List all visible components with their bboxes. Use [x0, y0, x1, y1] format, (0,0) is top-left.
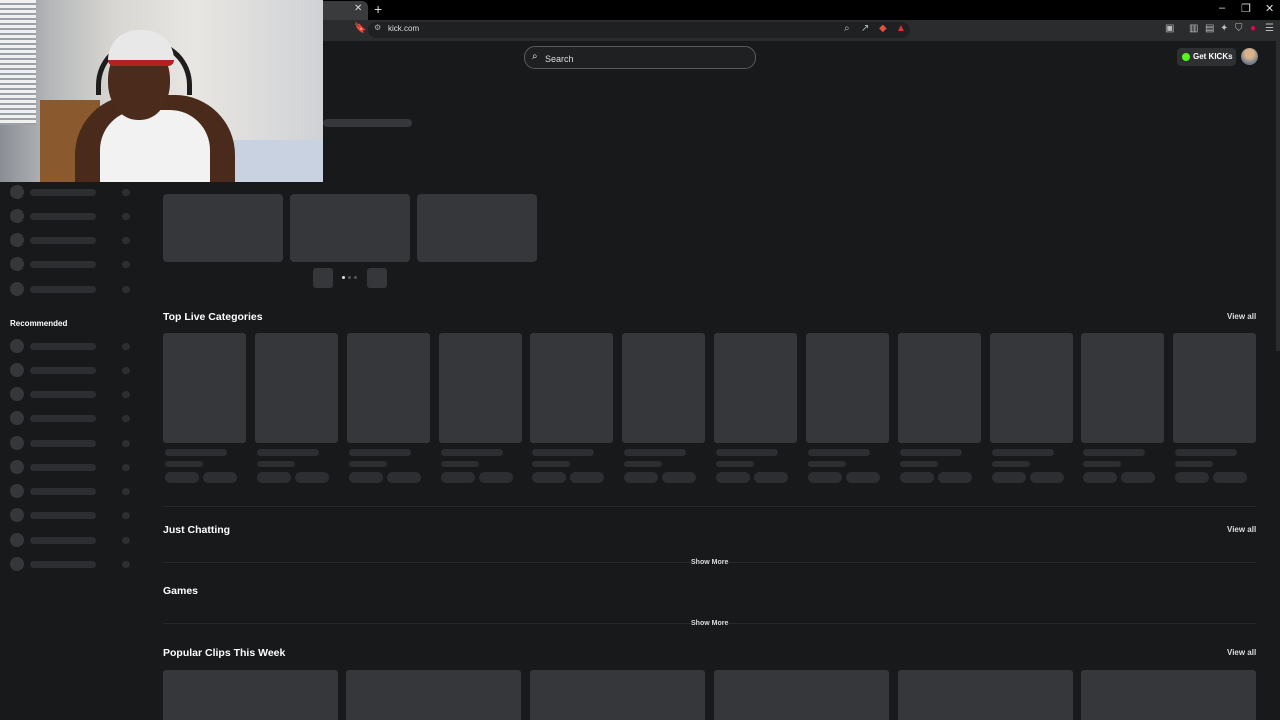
- sidebar-skeleton-row: [10, 209, 132, 223]
- url-field[interactable]: ⚙ kick.com: [368, 22, 910, 38]
- leo-icon[interactable]: ✦: [1220, 23, 1228, 34]
- just-chatting-show-more-button[interactable]: Show More: [691, 559, 729, 566]
- get-kicks-button[interactable]: Get KICKs: [1177, 48, 1236, 66]
- popular-clips-view-all-link[interactable]: View all: [1227, 648, 1256, 657]
- top-live-categories-title: Top Live Categories: [163, 311, 263, 323]
- sidebar-skeleton-row: [10, 557, 132, 571]
- close-window-icon[interactable]: ✕: [1265, 2, 1274, 15]
- clip-card[interactable]: [346, 670, 521, 720]
- bookmark-icon[interactable]: 🔖: [354, 23, 366, 34]
- sidebar-skeleton-row: [10, 363, 132, 377]
- category-card[interactable]: [255, 333, 338, 483]
- sidebar-skeleton-row: [10, 257, 132, 271]
- clip-card[interactable]: [714, 670, 889, 720]
- category-card[interactable]: [347, 333, 430, 483]
- webcam-overlay: [0, 0, 323, 182]
- title-skeleton: [323, 119, 412, 127]
- section-divider: [163, 506, 1256, 507]
- close-tab-icon[interactable]: ✕: [354, 3, 362, 14]
- search-icon: ⌕: [532, 51, 538, 62]
- carousel-next-button[interactable]: [367, 268, 387, 288]
- url-text[interactable]: kick.com: [388, 24, 419, 33]
- bed: [220, 140, 323, 182]
- sidebar-skeleton-row: [10, 460, 132, 474]
- carousel-dot-active[interactable]: [342, 276, 345, 279]
- sidebar-skeleton-row: [10, 387, 132, 401]
- search-bar[interactable]: ⌕: [524, 46, 756, 70]
- category-card[interactable]: [622, 333, 705, 483]
- carousel-prev-button[interactable]: [313, 268, 333, 288]
- games-title: Games: [163, 585, 199, 597]
- category-card[interactable]: [898, 333, 981, 483]
- sidebar-skeleton-row: [10, 282, 132, 296]
- category-card[interactable]: [163, 333, 246, 483]
- cap: [108, 30, 174, 66]
- search-input[interactable]: [543, 47, 747, 70]
- category-card[interactable]: [806, 333, 889, 483]
- sidebar-skeleton-row: [10, 484, 132, 498]
- tank-top: [100, 110, 210, 182]
- vpn-icon[interactable]: ⛉: [1235, 23, 1243, 34]
- share-icon[interactable]: ↗: [861, 23, 869, 34]
- sidebar-skeleton-row: [10, 339, 132, 353]
- page-scrollbar[interactable]: [1276, 41, 1280, 351]
- brave-shield-icon[interactable]: ◆: [879, 23, 887, 34]
- profile-icon[interactable]: ●: [1250, 23, 1256, 34]
- zoom-icon[interactable]: ⌕: [844, 23, 850, 34]
- clip-card[interactable]: [898, 670, 1073, 720]
- featured-stream-card[interactable]: [417, 194, 537, 262]
- just-chatting-title: Just Chatting: [163, 524, 231, 536]
- wallet-icon[interactable]: ▤: [1205, 23, 1214, 34]
- sidebar-toggle-icon[interactable]: ▥: [1189, 23, 1198, 34]
- featured-stream-card[interactable]: [290, 194, 410, 262]
- sidebar-skeleton-row: [10, 533, 132, 547]
- clip-card[interactable]: [1081, 670, 1256, 720]
- category-card[interactable]: [439, 333, 522, 483]
- sidebar-skeleton-row: [10, 508, 132, 522]
- category-card[interactable]: [1173, 333, 1256, 483]
- category-card[interactable]: [530, 333, 613, 483]
- sidebar-recommended-heading: Recommended: [10, 319, 68, 328]
- sidebar-skeleton-row: [10, 233, 132, 247]
- menu-icon[interactable]: ☰: [1265, 23, 1274, 34]
- get-kicks-label: Get KICKs: [1193, 52, 1233, 61]
- carousel-dot[interactable]: [348, 276, 351, 279]
- category-card[interactable]: [990, 333, 1073, 483]
- user-avatar[interactable]: [1241, 48, 1258, 65]
- just-chatting-view-all-link[interactable]: View all: [1227, 525, 1256, 534]
- clip-card[interactable]: [163, 670, 338, 720]
- category-card[interactable]: [714, 333, 797, 483]
- kicks-coin-icon: [1182, 53, 1190, 61]
- new-tab-icon[interactable]: +: [374, 1, 382, 17]
- restore-icon[interactable]: ❐: [1241, 2, 1251, 15]
- featured-stream-card[interactable]: [163, 194, 283, 262]
- top-live-categories-view-all-link[interactable]: View all: [1227, 312, 1256, 321]
- site-info-icon[interactable]: ⚙: [374, 23, 381, 32]
- sidebar-skeleton-row: [10, 436, 132, 450]
- window-blinds: [0, 0, 36, 125]
- minimize-icon[interactable]: –: [1219, 2, 1225, 14]
- carousel-dot[interactable]: [354, 276, 357, 279]
- games-show-more-button[interactable]: Show More: [691, 620, 729, 627]
- category-card[interactable]: [1081, 333, 1164, 483]
- reader-mode-icon[interactable]: ▣: [1165, 23, 1174, 34]
- clip-card[interactable]: [530, 670, 705, 720]
- sidebar-skeleton-row: [10, 185, 132, 199]
- sidebar-skeleton-row: [10, 411, 132, 425]
- popular-clips-title: Popular Clips This Week: [163, 647, 286, 659]
- rewards-icon[interactable]: ▲: [896, 23, 906, 34]
